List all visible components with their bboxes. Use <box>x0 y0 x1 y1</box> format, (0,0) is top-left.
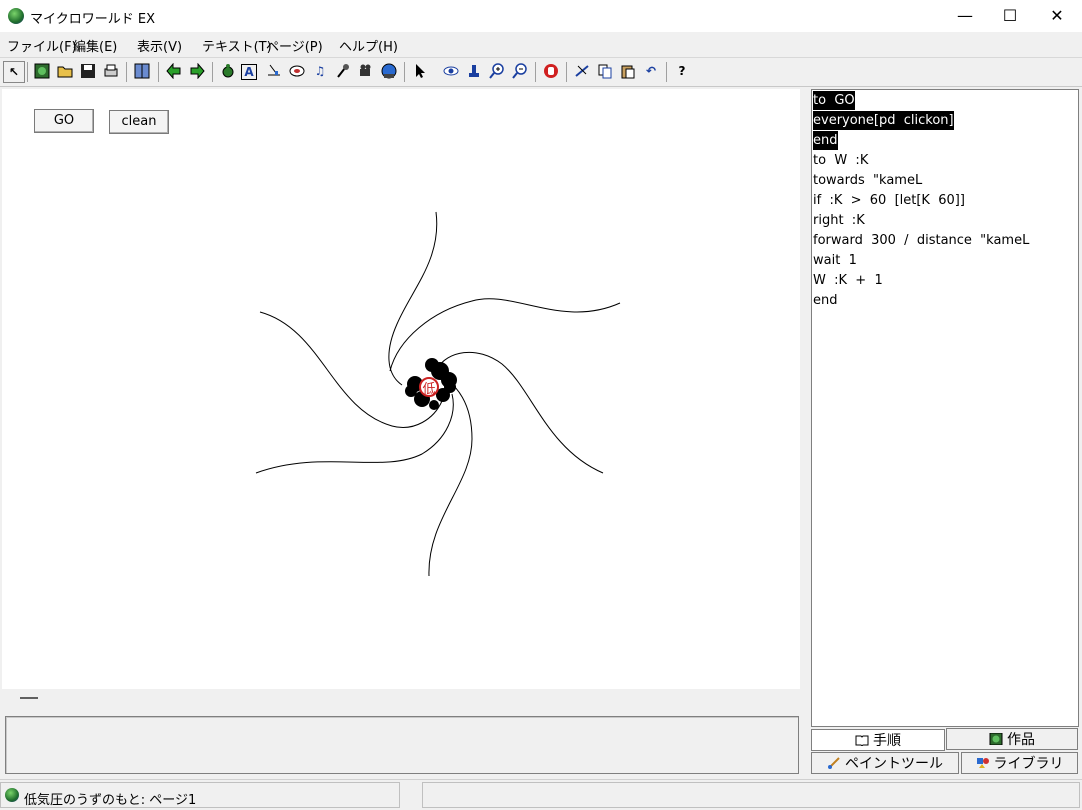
project-icon <box>989 733 1003 745</box>
script-line[interactable]: to W :K <box>813 151 868 170</box>
menu-view[interactable]: 表示(V) <box>137 36 182 55</box>
previous-page-icon[interactable] <box>164 61 184 81</box>
tab-works-label: 作品 <box>1007 732 1035 748</box>
next-page-icon[interactable] <box>187 61 207 81</box>
music-note-icon[interactable]: ♫ <box>310 61 330 81</box>
pointer-icon[interactable] <box>410 61 430 81</box>
new-turtle-icon[interactable] <box>218 61 238 81</box>
text-box-icon[interactable]: A <box>241 64 257 80</box>
title-bar: マイクロワールド EX — ☐ ✕ <box>0 0 1082 32</box>
video-camera-icon[interactable] <box>356 61 376 81</box>
menu-edit[interactable]: 編集(E) <box>73 36 117 55</box>
zoom-in-icon[interactable] <box>487 61 507 81</box>
procedures-pane[interactable]: to GO everyone[pd clickon] end to W :K towar… <box>811 89 1079 727</box>
pages-icon[interactable] <box>132 61 152 81</box>
menu-page[interactable]: ページ(P) <box>266 36 323 55</box>
paste-icon[interactable] <box>618 61 638 81</box>
close-button[interactable]: ✕ <box>1034 0 1080 32</box>
toolbar-separator <box>666 62 667 82</box>
status-bar: 低気圧のうずのもと: ページ1 <box>0 779 1082 810</box>
tab-procedures[interactable]: 手順 <box>811 729 945 751</box>
script-line[interactable]: everyone[pd clickon] <box>813 111 954 130</box>
status-info-cell <box>422 782 1080 808</box>
cut-icon[interactable] <box>572 61 592 81</box>
stop-hand-icon[interactable] <box>541 61 561 81</box>
paintbrush-icon <box>828 757 840 769</box>
microworlds-app-icon <box>8 8 24 24</box>
status-page-cell: 低気圧のうずのもと: ページ1 <box>0 782 400 808</box>
stamp-icon[interactable] <box>464 61 484 81</box>
command-center[interactable] <box>5 716 799 774</box>
project-status-icon <box>5 788 19 802</box>
splitter-grip[interactable] <box>20 697 38 699</box>
toolbar-separator <box>158 62 159 82</box>
menu-bar: ファイル(F) 編集(E) 表示(V) テキスト(T) ページ(P) ヘルプ(H… <box>0 32 1082 56</box>
open-book-icon <box>855 735 869 746</box>
script-line[interactable]: end <box>813 291 838 310</box>
toolbar-separator <box>212 62 213 82</box>
toolbar: ↖ A ♫ ↶ ? <box>0 57 1082 87</box>
spiral-arm <box>259 311 443 428</box>
help-question-icon[interactable]: ? <box>672 61 692 81</box>
toolbar-separator <box>404 62 405 82</box>
minimize-button[interactable]: — <box>942 0 988 32</box>
script-line[interactable]: forward 300 / distance "kameL <box>813 231 1029 250</box>
new-project-icon[interactable] <box>32 61 52 81</box>
cursor-mode-icon[interactable]: ↖ <box>3 61 25 83</box>
menu-help[interactable]: ヘルプ(H) <box>339 36 398 55</box>
low-pressure-label: 低 <box>422 382 435 397</box>
script-line[interactable]: to GO <box>813 91 855 110</box>
toolbar-separator <box>27 62 28 82</box>
script-line[interactable]: wait 1 <box>813 251 857 270</box>
spiral-arm <box>389 298 621 372</box>
save-icon[interactable] <box>78 61 98 81</box>
shapes-library-icon <box>976 758 989 768</box>
script-line[interactable]: right :K <box>813 211 865 230</box>
script-line[interactable]: end <box>813 131 838 150</box>
tab-library[interactable]: ライブラリ <box>961 752 1078 774</box>
slider-icon[interactable] <box>264 61 284 81</box>
tab-library-label: ライブラリ <box>993 756 1064 772</box>
zoom-out-icon[interactable] <box>510 61 530 81</box>
eye-icon[interactable] <box>441 61 461 81</box>
open-folder-icon[interactable] <box>55 61 75 81</box>
tab-procedures-label: 手順 <box>873 733 901 749</box>
script-line[interactable]: towards "kameL <box>813 171 922 190</box>
tab-works[interactable]: 作品 <box>946 728 1078 750</box>
menu-text[interactable]: テキスト(T) <box>202 36 272 55</box>
tab-paint-tools-label: ペイントツール <box>845 756 943 772</box>
page-canvas[interactable]: GO clean 低 <box>2 89 800 689</box>
spiral-arm <box>436 351 604 474</box>
window-title: マイクロワールド EX <box>30 12 155 27</box>
button-tool-icon[interactable] <box>287 61 307 81</box>
microphone-icon[interactable] <box>333 61 353 81</box>
print-icon[interactable] <box>101 61 121 81</box>
toolbar-separator <box>566 62 567 82</box>
status-page-name: 低気圧のうずのもと: ページ1 <box>24 793 197 808</box>
maximize-button[interactable]: ☐ <box>987 0 1033 32</box>
vertical-splitter[interactable] <box>801 89 808 779</box>
toolbar-separator <box>535 62 536 82</box>
script-line[interactable]: if :K > 60 [let[K 60]] <box>813 191 965 210</box>
tab-paint-tools[interactable]: ペイントツール <box>811 752 959 774</box>
toolbar-separator <box>126 62 127 82</box>
menu-file[interactable]: ファイル(F) <box>7 36 77 55</box>
undo-icon[interactable]: ↶ <box>641 61 661 81</box>
copy-icon[interactable] <box>595 61 615 81</box>
globe-icon[interactable] <box>379 61 399 81</box>
turtle-drawing: 低 <box>255 211 621 577</box>
script-line[interactable]: W :K + 1 <box>813 271 883 290</box>
splitter-bar[interactable] <box>2 689 800 709</box>
